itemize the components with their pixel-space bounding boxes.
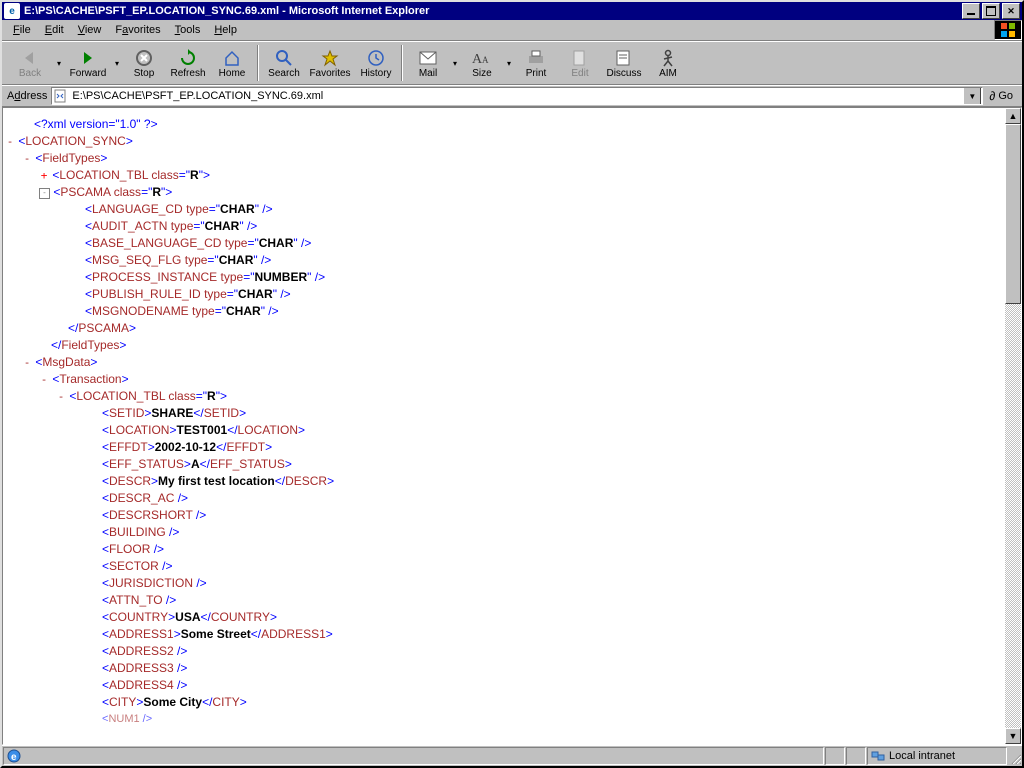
toolbar: Back ▾ Forward ▾ Stop Refresh Home Searc…: [2, 41, 1022, 85]
history-button[interactable]: History: [354, 43, 398, 83]
search-button[interactable]: Search: [262, 43, 306, 83]
back-label: Back: [19, 68, 41, 79]
collapse-toggle[interactable]: -: [22, 150, 32, 167]
edit-icon: [570, 48, 590, 68]
scrollbar-thumb[interactable]: [1005, 124, 1021, 304]
menu-edit[interactable]: Edit: [38, 22, 71, 38]
toolbar-separator: [257, 45, 259, 81]
discuss-button[interactable]: Discuss: [602, 43, 646, 83]
size-icon: AA: [472, 48, 492, 68]
favorites-label: Favorites: [309, 68, 350, 79]
scrollbar-track[interactable]: [1005, 124, 1021, 728]
print-button[interactable]: Print: [514, 43, 558, 83]
mail-label: Mail: [419, 68, 437, 79]
svg-text:e: e: [11, 752, 17, 763]
size-button[interactable]: AA Size: [460, 43, 504, 83]
address-label: Address: [5, 90, 51, 102]
status-zone-label: Local intranet: [889, 750, 955, 762]
forward-label: Forward: [70, 68, 107, 79]
stop-button[interactable]: Stop: [122, 43, 166, 83]
aim-label: AIM: [659, 68, 677, 79]
go-icon: ∂: [989, 89, 995, 103]
address-dropdown[interactable]: ▼: [963, 87, 981, 105]
edit-label: Edit: [571, 68, 588, 79]
stop-label: Stop: [134, 68, 155, 79]
collapse-toggle[interactable]: -: [39, 371, 49, 388]
toolbar-separator-2: [401, 45, 403, 81]
search-label: Search: [268, 68, 300, 79]
status-main: e: [3, 747, 824, 765]
back-button[interactable]: Back: [6, 43, 54, 83]
status-bar: e Local intranet: [2, 745, 1022, 766]
menu-file[interactable]: File: [6, 22, 38, 38]
window-title: E:\PS\CACHE\PSFT_EP.LOCATION_SYNC.69.xml…: [24, 5, 962, 17]
back-icon: [20, 48, 40, 68]
forward-dropdown[interactable]: ▾: [112, 43, 122, 83]
svg-text:A: A: [482, 55, 489, 65]
title-bar: e E:\PS\CACHE\PSFT_EP.LOCATION_SYNC.69.x…: [2, 2, 1022, 20]
history-icon: [366, 48, 386, 68]
home-button[interactable]: Home: [210, 43, 254, 83]
ie-logo: [994, 20, 1022, 40]
mail-icon: [418, 48, 438, 68]
forward-icon: [78, 48, 98, 68]
go-button[interactable]: ∂ Go: [983, 87, 1019, 105]
address-bar: Address E:\PS\CACHE\PSFT_EP.LOCATION_SYN…: [2, 85, 1022, 107]
status-slot-1: [825, 747, 845, 765]
favorites-icon: [320, 48, 340, 68]
ie-icon: e: [4, 3, 20, 19]
xml-file-icon: [54, 89, 68, 103]
xml-document-view: <?xml version="1.0" ?> - <LOCATION_SYNC>…: [3, 108, 1005, 744]
maximize-button[interactable]: [982, 3, 1000, 19]
mail-dropdown[interactable]: ▾: [450, 43, 460, 83]
refresh-label: Refresh: [170, 68, 205, 79]
size-dropdown[interactable]: ▾: [504, 43, 514, 83]
home-label: Home: [219, 68, 246, 79]
go-label: Go: [998, 90, 1013, 102]
aim-icon: [658, 48, 678, 68]
status-zone: Local intranet: [867, 747, 1007, 765]
xml-declaration: <?xml version="1.0" ?>: [34, 117, 158, 131]
stop-icon: [134, 48, 154, 68]
back-dropdown[interactable]: ▾: [54, 43, 64, 83]
size-label: Size: [472, 68, 491, 79]
intranet-icon: [871, 749, 885, 763]
menu-view[interactable]: View: [71, 22, 109, 38]
expand-toggle[interactable]: -: [39, 188, 50, 199]
discuss-label: Discuss: [606, 68, 641, 79]
status-slot-2: [846, 747, 866, 765]
discuss-icon: [614, 48, 634, 68]
collapse-toggle[interactable]: -: [22, 354, 32, 371]
expand-toggle[interactable]: +: [39, 167, 49, 184]
forward-button[interactable]: Forward: [64, 43, 112, 83]
home-icon: [222, 48, 242, 68]
favorites-button[interactable]: Favorites: [306, 43, 354, 83]
history-label: History: [360, 68, 391, 79]
menu-tools[interactable]: Tools: [168, 22, 208, 38]
resize-grip[interactable]: [1008, 747, 1022, 765]
ie-status-icon: e: [7, 749, 21, 763]
collapse-toggle[interactable]: -: [5, 133, 15, 150]
address-value: E:\PS\CACHE\PSFT_EP.LOCATION_SYNC.69.xml: [72, 90, 963, 102]
mail-button[interactable]: Mail: [406, 43, 450, 83]
print-icon: [526, 48, 546, 68]
menu-favorites[interactable]: Favorites: [108, 22, 167, 38]
edit-button[interactable]: Edit: [558, 43, 602, 83]
minimize-button[interactable]: [962, 3, 980, 19]
print-label: Print: [526, 68, 547, 79]
collapse-toggle[interactable]: -: [56, 388, 66, 405]
scroll-down-button[interactable]: ▼: [1005, 728, 1021, 744]
search-icon: [274, 48, 294, 68]
vertical-scrollbar[interactable]: ▲ ▼: [1005, 108, 1021, 744]
refresh-icon: [178, 48, 198, 68]
aim-button[interactable]: AIM: [646, 43, 690, 83]
menu-help[interactable]: Help: [207, 22, 244, 38]
refresh-button[interactable]: Refresh: [166, 43, 210, 83]
scroll-up-button[interactable]: ▲: [1005, 108, 1021, 124]
address-field[interactable]: E:\PS\CACHE\PSFT_EP.LOCATION_SYNC.69.xml…: [51, 87, 983, 105]
close-button[interactable]: ✕: [1002, 3, 1020, 19]
menu-bar: File Edit View Favorites Tools Help: [2, 20, 1022, 41]
